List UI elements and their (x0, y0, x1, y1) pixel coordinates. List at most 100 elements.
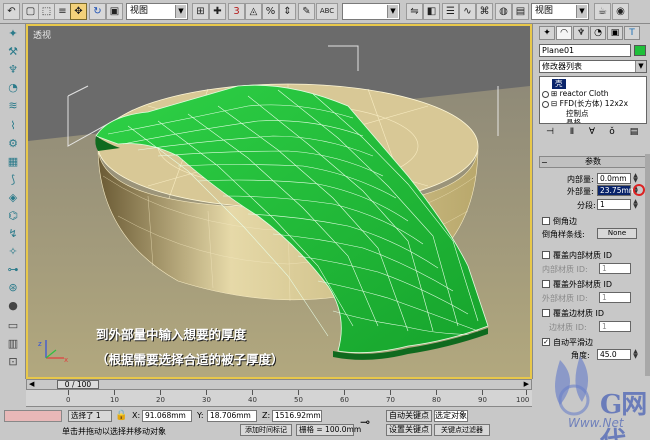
perspective-viewport[interactable]: z x 透视 到外部量中输入想要的厚度 （根据需要选择合适的被子厚度） (26, 24, 532, 379)
named-selection-set[interactable]: ▼ (342, 3, 400, 20)
stack-item-ffd[interactable]: ⊟ FFD(长方体) 12x2x (542, 99, 628, 109)
align-icon[interactable]: ◧ (423, 3, 440, 20)
analyze-icon[interactable]: ⊡ (4, 354, 22, 370)
x-coordinate-field[interactable]: 91.068mm (142, 410, 192, 422)
motor-icon[interactable]: ⊛ (4, 280, 22, 296)
named-selection-icon[interactable]: ✎ (298, 3, 315, 20)
select-manipulate-icon[interactable]: ✚ (209, 3, 226, 20)
material-editor-icon[interactable]: ◍ (495, 3, 512, 20)
inner-mat-id-field[interactable]: 1 (599, 263, 631, 274)
select-region-icon[interactable]: ⬚ (38, 3, 55, 20)
key-icon[interactable]: ⊸ (360, 415, 370, 429)
override-outer-mat-checkbox[interactable] (542, 280, 550, 288)
utilities-tab-icon[interactable]: T (624, 26, 640, 40)
spinner-icon[interactable]: ▲ ▼ (632, 199, 639, 210)
rollout-collapse-icon[interactable]: − (541, 158, 548, 167)
edge-mat-id-field[interactable]: 1 (599, 321, 631, 332)
panel-scrollbar[interactable] (645, 154, 650, 376)
time-slider[interactable]: 0 / 100 ◀ ▶ (26, 379, 532, 390)
segments-field[interactable]: 1 (597, 199, 631, 210)
select-object-icon[interactable]: ▢ (22, 3, 39, 20)
stack-item-shell[interactable]: 壳 (552, 79, 566, 89)
snap-toggle-icon[interactable]: 3 (228, 3, 245, 20)
percent-snap-icon[interactable]: % (262, 3, 279, 20)
wind-icon[interactable]: ↯ (4, 226, 22, 242)
spinner-snap-icon[interactable]: ⇕ (279, 3, 296, 20)
hierarchy-tab-icon[interactable]: ♆ (573, 26, 589, 40)
auto-smooth-checkbox[interactable]: ✓ (542, 338, 550, 346)
key-filters-button[interactable]: 关键点过滤器 (434, 424, 490, 436)
outer-mat-id-field[interactable]: 1 (599, 292, 631, 303)
wave-icon[interactable]: ≋ (4, 98, 22, 114)
select-rotate-icon[interactable]: ↻ (89, 3, 106, 20)
motion-icon[interactable]: ◔ (4, 80, 22, 96)
quick-render-icon[interactable]: ☕ (594, 3, 611, 20)
bulb-icon[interactable] (542, 90, 549, 98)
object-name-field[interactable]: Plane01 (539, 44, 631, 57)
collision-icon[interactable]: ▥ (4, 336, 22, 352)
render-type-select[interactable]: 视图 ▼ (531, 3, 589, 20)
cloth-icon[interactable]: ▦ (4, 154, 22, 170)
display-tab-icon[interactable]: ▣ (607, 26, 623, 40)
modifier-list-dropdown[interactable]: 修改器列表 ▼ (539, 60, 647, 73)
z-coordinate-field[interactable]: 1516.92mm (272, 410, 322, 422)
add-time-tag-button[interactable]: 添加时间标记 (240, 424, 292, 436)
lock-selection-icon[interactable]: 🔒 (115, 410, 127, 421)
rope-icon[interactable]: ⟆ (4, 172, 22, 188)
pin-stack-icon[interactable]: ⊣ (543, 126, 557, 139)
key-mode-select[interactable]: 选定对象 (434, 410, 468, 422)
abc-icon[interactable]: ABC (316, 3, 338, 20)
prev-frame-icon[interactable]: ◀ (29, 380, 34, 388)
stack-item-reactor-cloth[interactable]: ⊞ reactor Cloth (542, 89, 609, 99)
bevel-spline-none-button[interactable]: None (597, 228, 637, 239)
rigid-body-icon[interactable]: ⚙ (4, 136, 22, 152)
soft-body-icon[interactable]: ◈ (4, 190, 22, 206)
make-unique-icon[interactable]: ∀ (585, 126, 599, 139)
fracture-icon[interactable]: ✧ (4, 244, 22, 260)
show-end-result-icon[interactable]: Ⅱ (565, 126, 579, 139)
object-color-swatch[interactable] (634, 45, 646, 56)
select-move-icon[interactable]: ✥ (70, 3, 87, 20)
hierarchy-icon[interactable]: ♆ (4, 62, 22, 78)
curve-editor-icon[interactable]: ∿ (459, 3, 476, 20)
create-icon[interactable]: ✦ (4, 26, 22, 42)
parameters-rollout-header[interactable]: 参数 (539, 156, 647, 168)
auto-key-button[interactable]: 自动关键点 (386, 410, 432, 422)
time-slider-thumb[interactable]: 0 / 100 (57, 380, 99, 389)
y-coordinate-field[interactable]: 18.706mm (207, 410, 257, 422)
override-inner-mat-checkbox[interactable] (542, 251, 550, 259)
reference-coordinate-select[interactable]: 视图 ▼ (126, 3, 188, 20)
inner-amount-field[interactable]: 0.0mm (597, 173, 631, 184)
pivot-center-icon[interactable]: ⊞ (192, 3, 209, 20)
bevel-edges-checkbox[interactable] (542, 217, 550, 225)
bulb-icon[interactable] (542, 100, 549, 108)
mirror-icon[interactable]: ⇋ (406, 3, 423, 20)
spinner-icon[interactable]: ▲ ▼ (632, 173, 639, 184)
layer-manager-icon[interactable]: ☰ (442, 3, 459, 20)
render-setup-icon[interactable]: ▤ (512, 3, 529, 20)
remove-modifier-icon[interactable]: ǒ (605, 126, 619, 139)
select-by-name-icon[interactable]: ≡ (54, 3, 71, 20)
schematic-view-icon[interactable]: ⌘ (476, 3, 493, 20)
spring-icon[interactable]: ⌬ (4, 208, 22, 224)
plane-icon[interactable]: ▭ (4, 318, 22, 334)
outer-amount-field[interactable]: 23.75mm (597, 185, 636, 196)
undo-icon[interactable]: ↶ (3, 3, 20, 20)
modifier-stack[interactable]: 壳 ⊞ reactor Cloth ⊟ FFD(长方体) 12x2x 控制点 晶… (539, 76, 647, 124)
bone-icon[interactable]: ⌇ (4, 118, 22, 134)
viewport-label[interactable]: 透视 (33, 28, 51, 41)
override-edge-mat-checkbox[interactable] (542, 309, 550, 317)
hinge-icon[interactable]: ⊶ (4, 262, 22, 278)
configure-sets-icon[interactable]: ▤ (627, 126, 641, 139)
modify-tab-icon[interactable]: ◠ (556, 26, 572, 40)
sphere-icon[interactable]: ● (4, 298, 22, 314)
render-last-icon[interactable]: ◉ (612, 3, 629, 20)
create-tab-icon[interactable]: ✦ (539, 26, 555, 40)
set-key-button[interactable]: 设置关键点 (386, 424, 432, 436)
stack-item-lattice[interactable]: 晶格 (566, 118, 581, 123)
hammer-icon[interactable]: ⚒ (4, 44, 22, 60)
maxscript-listener[interactable] (4, 410, 62, 422)
motion-tab-icon[interactable]: ◔ (590, 26, 606, 40)
select-scale-icon[interactable]: ▣ (106, 3, 123, 20)
angle-snap-icon[interactable]: ◬ (245, 3, 262, 20)
